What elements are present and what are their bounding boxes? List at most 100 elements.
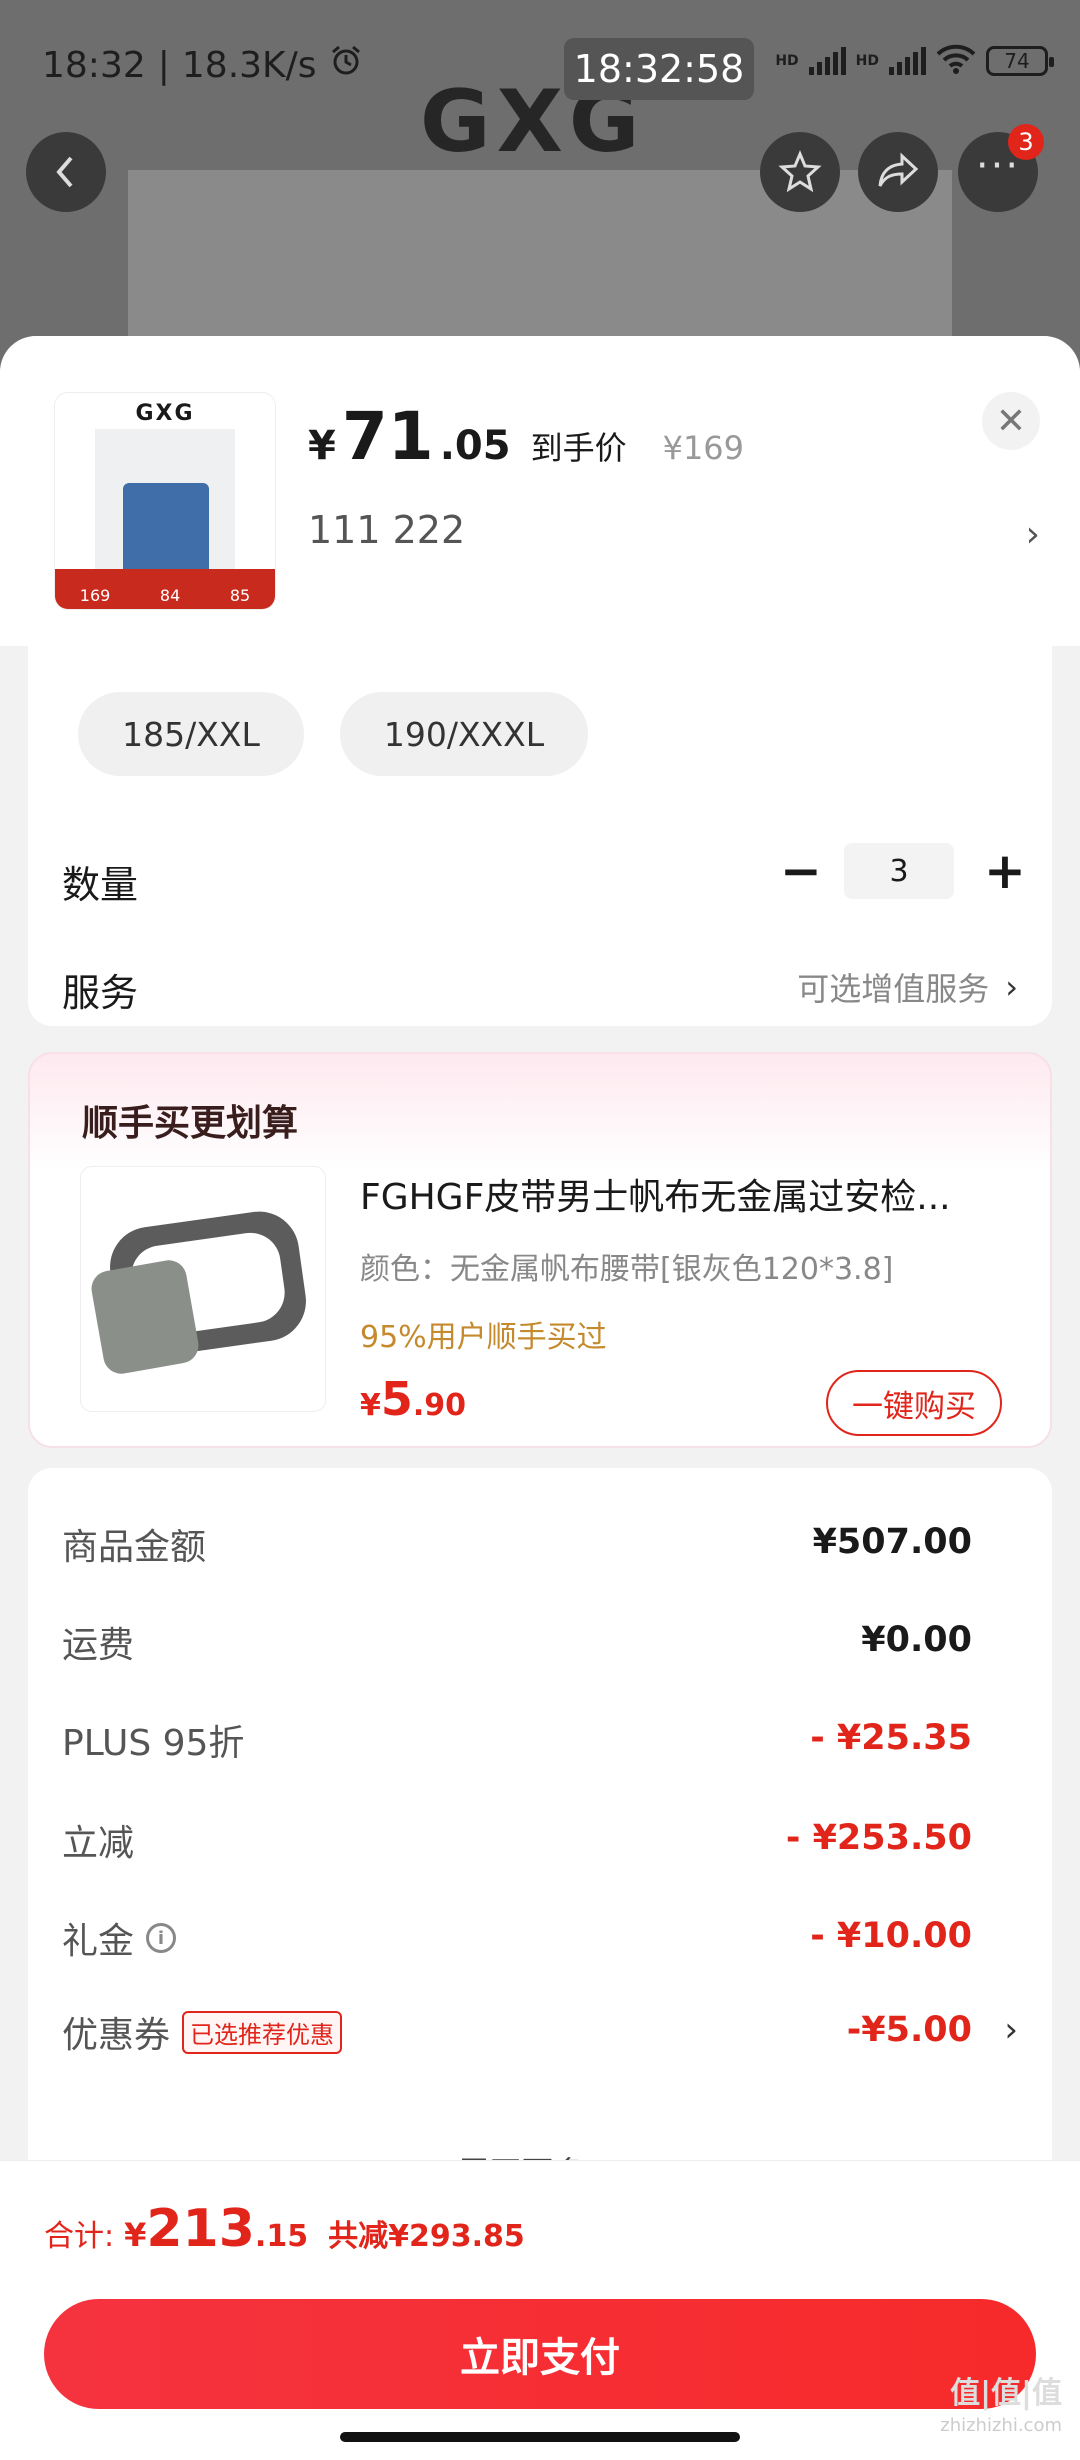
watermark-sub: zhizhizhi.com xyxy=(940,2415,1062,2436)
size-chip-185-xxl[interactable]: 185/XXL xyxy=(78,692,304,776)
quantity-minus-button[interactable]: − xyxy=(780,842,822,900)
chevron-right-icon[interactable]: › xyxy=(1026,514,1040,555)
upsell-price-decimal: .90 xyxy=(412,1388,467,1423)
notification-badge: 3 xyxy=(1008,124,1044,160)
net-speed: 18.3K/s xyxy=(181,45,317,86)
hd-label-1: HD xyxy=(775,53,799,69)
one-click-buy-button[interactable]: 一键购买 xyxy=(826,1370,1002,1436)
status-time: 18:32 xyxy=(42,45,146,86)
thumb-strip-value: 169 xyxy=(79,586,111,605)
upsell-product-name[interactable]: FGHGF皮带男士帆布无金属过安检... xyxy=(360,1168,1020,1220)
status-left: 18:32 | 18.3K/s xyxy=(42,44,363,87)
quantity-input[interactable]: 3 xyxy=(844,843,954,899)
purchase-sheet: GXG 169 84 85 ¥ 71 .05 到手价 ¥169 111 222 … xyxy=(0,336,1080,2460)
summary-row: 礼金 i - ¥10.00 xyxy=(62,1906,1018,1966)
pay-now-button[interactable]: 立即支付 xyxy=(44,2299,1036,2409)
summary-label: 立减 xyxy=(62,1823,135,1864)
chevron-right-icon: › xyxy=(1004,2010,1018,2050)
clock-overlay: 18:32:58 xyxy=(564,38,754,100)
total-currency: ¥ xyxy=(124,2216,147,2254)
selected-spec[interactable]: 111 222 xyxy=(308,508,465,552)
star-icon xyxy=(778,150,822,193)
price-row: ¥ 71 .05 到手价 ¥169 xyxy=(308,398,744,475)
summary-label-group: 礼金 i xyxy=(62,1912,177,1964)
checkout-footer: 合计: ¥ 213 .15 共减¥293.85 立即支付 xyxy=(0,2160,1080,2460)
wifi-icon xyxy=(936,44,976,78)
more-button[interactable]: ··· 3 xyxy=(958,124,1044,212)
summary-value: ¥507.00 xyxy=(812,1522,972,1562)
watermark: 值|值|值 zhizhizhi.com xyxy=(940,2378,1062,2442)
screen: GXG 18:32 | 18.3K/s 18:32:58 HD HD 74 ··… xyxy=(0,0,1080,2460)
home-indicator[interactable] xyxy=(340,2432,740,2442)
total-integer: 213 xyxy=(146,2199,255,2259)
hd-label-2: HD xyxy=(855,53,879,69)
summary-label: 优惠券 xyxy=(62,2015,171,2056)
sheet-header: GXG 169 84 85 ¥ 71 .05 到手价 ¥169 111 222 … xyxy=(0,336,1080,646)
thumb-logo: GXG xyxy=(135,401,195,426)
upsell-product-image[interactable] xyxy=(80,1166,326,1412)
close-button[interactable]: ✕ xyxy=(982,392,1040,450)
coupon-row[interactable]: 优惠券 已选推荐优惠 -¥5.00 › xyxy=(62,2000,1018,2060)
summary-value: - ¥10.00 xyxy=(810,1916,972,1956)
product-thumbnail[interactable]: GXG 169 84 85 xyxy=(54,392,276,610)
upsell-title: 顺手买更划算 xyxy=(82,1103,299,1144)
info-icon[interactable]: i xyxy=(146,1923,177,1953)
watermark-main: 值|值|值 xyxy=(950,2376,1062,2411)
coupon-tag: 已选推荐优惠 xyxy=(182,2010,343,2054)
summary-row: 运费 ¥0.00 xyxy=(62,1610,1018,1670)
upsell-price-currency: ¥ xyxy=(360,1388,381,1423)
total-saved: 共减¥293.85 xyxy=(328,2219,525,2254)
summary-row: PLUS 95折 - ¥25.35 xyxy=(62,1708,1018,1768)
thumb-strip-value: 85 xyxy=(229,586,251,605)
summary-label: 运费 xyxy=(62,1625,135,1666)
share-button[interactable] xyxy=(858,132,938,212)
total-label: 合计: xyxy=(44,2219,115,2254)
summary-row: 立减 - ¥253.50 xyxy=(62,1808,1018,1868)
summary-value: - ¥253.50 xyxy=(785,1818,972,1858)
summary-label: 礼金 xyxy=(62,1921,135,1962)
back-button[interactable] xyxy=(26,132,106,212)
thumb-jeans xyxy=(123,483,209,579)
service-value: 可选增值服务 xyxy=(797,970,990,1008)
price-decimal: .05 xyxy=(439,423,511,469)
summary-row: 商品金额 ¥507.00 xyxy=(62,1512,1018,1572)
belt-buckle xyxy=(88,1257,202,1377)
price-integer: 71 xyxy=(341,398,434,475)
upsell-card: 顺手买更划算 FGHGF皮带男士帆布无金属过安检... 颜色：无金属帆布腰带[银… xyxy=(28,1052,1052,1448)
quantity-label: 数量 xyxy=(62,863,139,907)
signal-icon-2 xyxy=(889,47,926,75)
thumb-strip-value: 84 xyxy=(159,586,181,605)
upsell-price-integer: 5 xyxy=(380,1372,413,1426)
service-label: 服务 xyxy=(62,971,139,1015)
battery-icon: 74 xyxy=(986,46,1054,76)
original-price: ¥169 xyxy=(662,429,745,467)
upsell-price: ¥ 5 .90 xyxy=(360,1372,466,1426)
summary-label-group: 优惠券 已选推荐优惠 xyxy=(62,2006,343,2058)
alarm-icon xyxy=(329,44,363,87)
favorite-button[interactable] xyxy=(760,132,840,212)
summary-value: ¥0.00 xyxy=(861,1620,972,1660)
signal-icon xyxy=(808,47,846,75)
back-arrow-icon xyxy=(56,156,73,188)
quantity-plus-button[interactable]: + xyxy=(984,842,1026,900)
thumb-price-strip: 169 84 85 xyxy=(55,569,275,609)
summary-value: - ¥25.35 xyxy=(810,1718,972,1758)
size-chip-190-xxxl[interactable]: 190/XXXL xyxy=(340,692,588,776)
total-row: 合计: ¥ 213 .15 共减¥293.85 xyxy=(44,2199,525,2259)
summary-label: PLUS 95折 xyxy=(62,1723,245,1764)
upsell-popularity: 95%用户顺手买过 xyxy=(360,1320,607,1355)
status-bar: 18:32 | 18.3K/s 18:32:58 HD HD 74 xyxy=(0,0,1080,130)
total-decimal: .15 xyxy=(254,2219,309,2254)
quantity-stepper: − 3 + xyxy=(780,842,1026,900)
price-label: 到手价 xyxy=(530,429,627,467)
share-icon xyxy=(878,152,919,187)
size-card: 185/XXL 190/XXXL 数量 − 3 + 服务 可选增值服务 › xyxy=(28,606,1052,1026)
close-icon: ✕ xyxy=(995,400,1027,442)
price-currency: ¥ xyxy=(308,423,336,469)
summary-value: -¥5.00 xyxy=(846,2010,972,2050)
price-summary-card: 商品金额 ¥507.00 运费 ¥0.00 PLUS 95折 - ¥25.35 … xyxy=(28,1468,1052,2228)
service-selector[interactable]: 可选增值服务 › xyxy=(797,964,1018,1010)
upsell-product-attr: 颜色：无金属帆布腰带[银灰色120*3.8] xyxy=(360,1252,894,1287)
summary-label: 商品金额 xyxy=(62,1527,207,1568)
status-right: HD HD 74 xyxy=(775,44,1054,78)
